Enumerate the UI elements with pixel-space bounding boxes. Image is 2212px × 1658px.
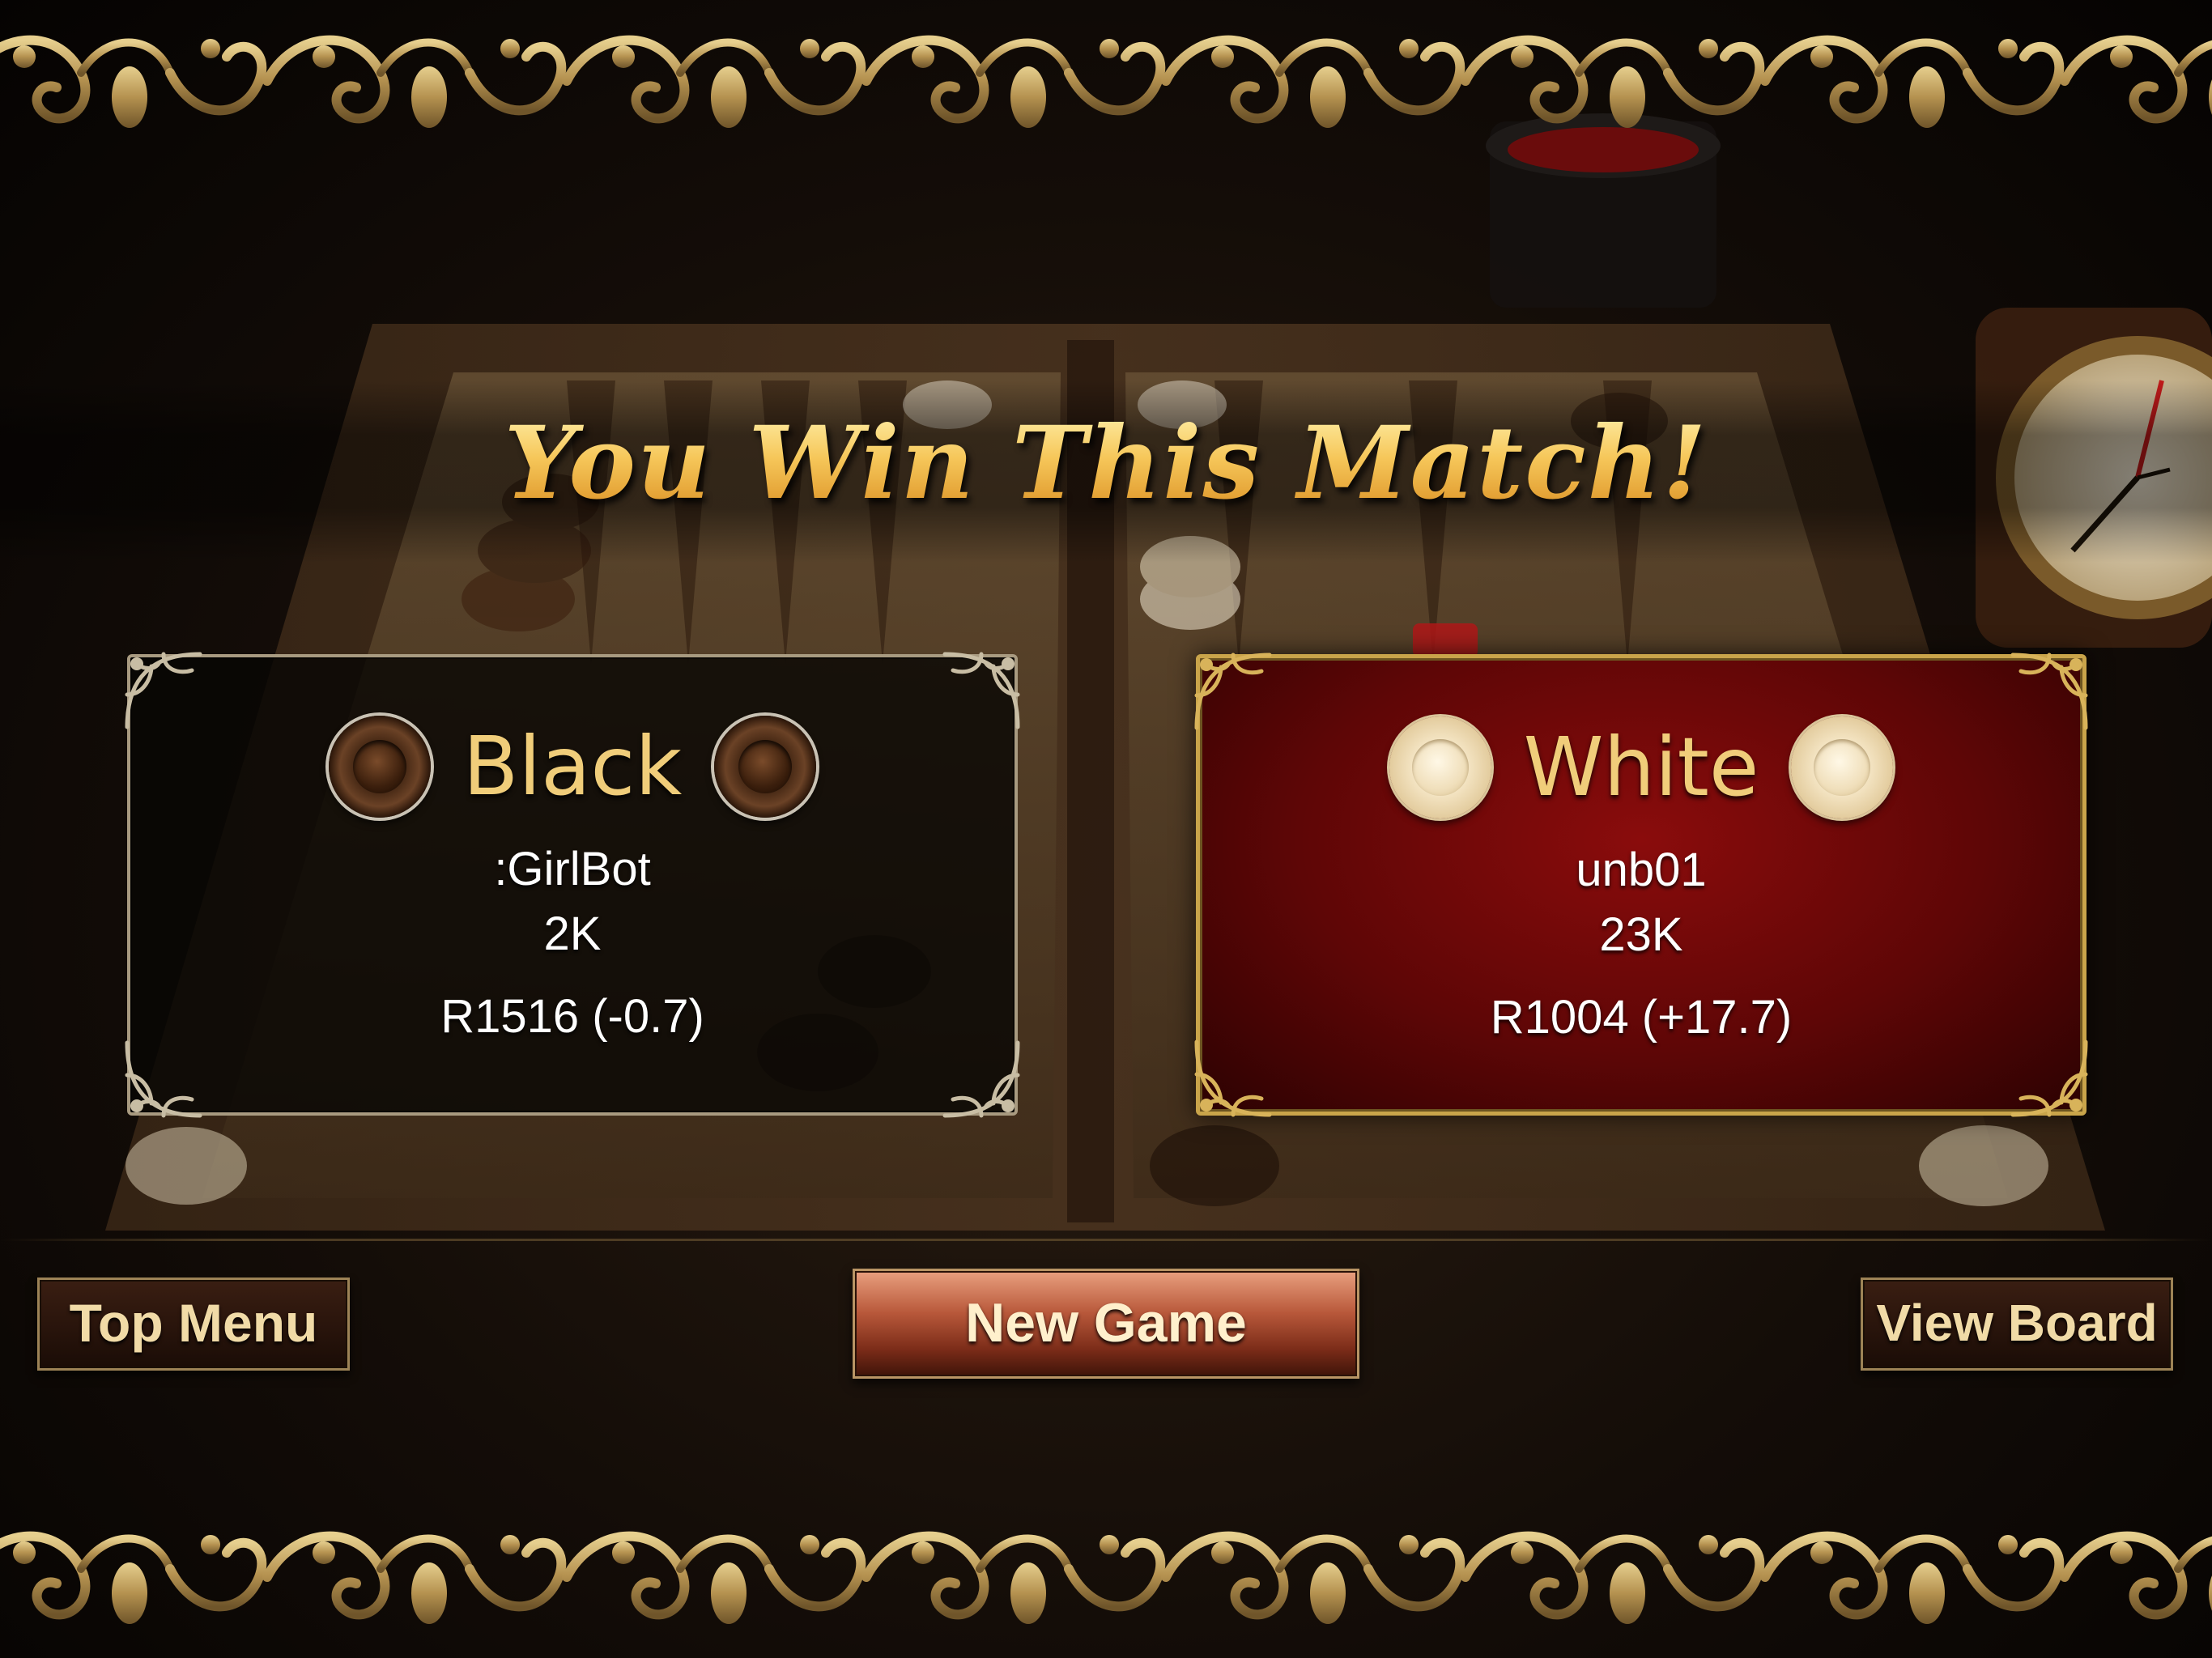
side-header-white: White (1200, 711, 2082, 824)
frame-corner-flourish-icon (2010, 1039, 2088, 1117)
player-name-white: unb01 (1576, 844, 1707, 896)
button-bar-divider (0, 1239, 2212, 1241)
black-checker-icon (328, 716, 431, 818)
side-label-black: Black (462, 719, 683, 814)
frame-corner-flourish-icon (942, 1040, 1020, 1118)
gold-ornament-bottom (0, 1496, 2212, 1658)
frame-corner-flourish-icon (125, 1040, 202, 1118)
match-result-title: You Win This Match! (0, 405, 2212, 522)
new-game-button[interactable]: New Game (853, 1269, 1359, 1379)
player-rating-black: R1516 (-0.7) (440, 990, 704, 1043)
player-games-black: 2K (543, 908, 602, 960)
black-checker-icon (714, 716, 817, 818)
view-board-button[interactable]: View Board (1861, 1278, 2173, 1371)
player-card-black: Black :GirlBot 2K R1516 (-0.7) (125, 652, 1020, 1118)
white-checker-icon (1389, 716, 1491, 818)
gold-ornament-top (0, 0, 2212, 162)
player-games-white: 23K (1599, 908, 1683, 961)
side-header-black: Black (130, 710, 1015, 823)
top-menu-button[interactable]: Top Menu (37, 1278, 350, 1371)
player-card-white: White unb01 23K R1004 (+17.7) (1194, 653, 2088, 1117)
white-checker-icon (1791, 716, 1894, 818)
player-rating-white: R1004 (+17.7) (1490, 991, 1793, 1044)
side-label-white: White (1523, 720, 1759, 814)
player-name-black: :GirlBot (494, 843, 651, 895)
frame-corner-flourish-icon (1194, 1039, 1272, 1117)
